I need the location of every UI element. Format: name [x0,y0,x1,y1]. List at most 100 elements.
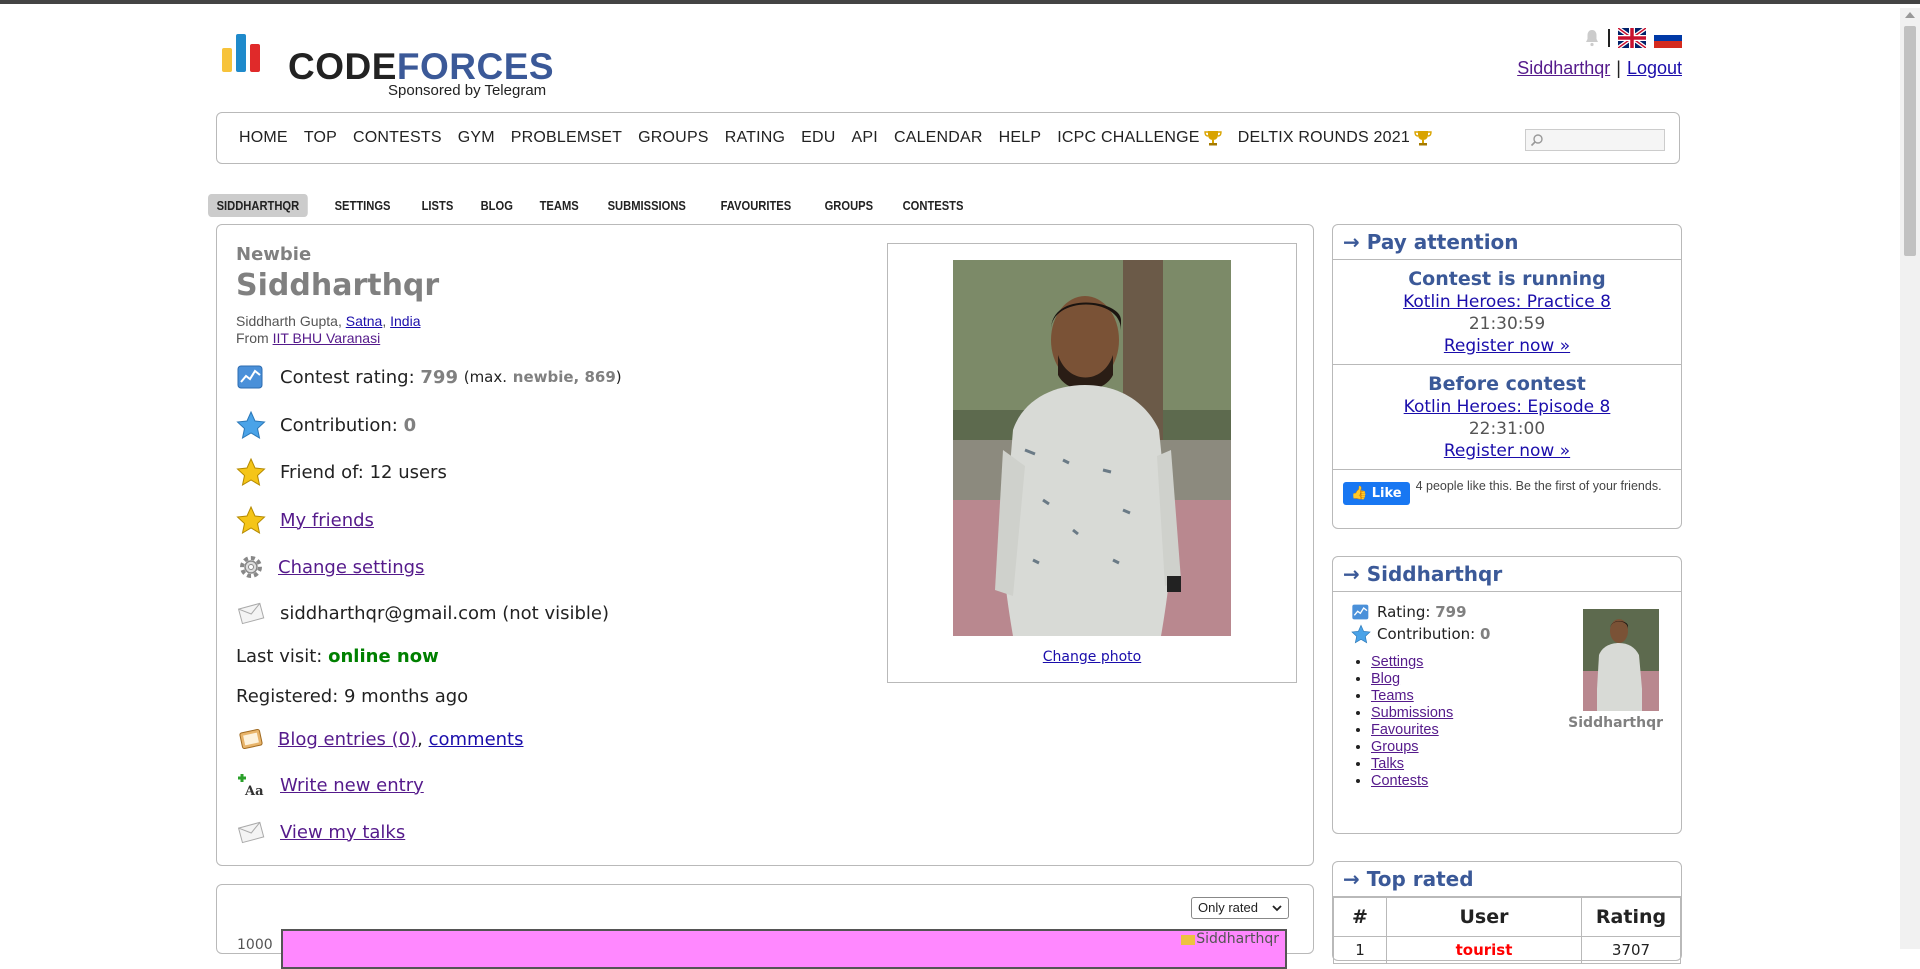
nav-edu[interactable]: EDU [801,129,835,147]
change-photo-link[interactable]: Change photo [888,649,1296,665]
contribution-value: 0 [403,414,417,436]
search-input[interactable] [1525,129,1665,151]
russia-flag-icon[interactable] [1654,28,1682,48]
subnav-submissions[interactable]: SUBMISSIONS [599,194,694,217]
logout-link[interactable]: Logout [1627,58,1682,78]
view-talks-link[interactable]: View my talks [280,822,405,843]
nav-icpc-challenge[interactable]: ICPC CHALLENGE [1057,129,1222,147]
last-visit-row: Last visit: online now [236,646,439,667]
user-link-talks[interactable]: Talks [1371,756,1404,772]
rating-filter-value: Only rated [1198,900,1258,915]
contribution-label: Contribution: [280,414,398,436]
nav-api[interactable]: API [852,129,878,147]
nav-contests[interactable]: CONTESTS [353,129,442,147]
blog-book-icon [239,728,263,750]
organization-link[interactable]: IIT BHU Varanasi [273,330,381,346]
email-text: siddharthqr@gmail.com (not visible) [280,602,610,624]
user-handle: Siddharthqr [236,268,440,303]
subnav-groups[interactable]: GROUPS [816,194,882,217]
photo-box: Change photo [887,243,1297,683]
scroll-up-arrow-icon[interactable] [1905,12,1915,18]
user-organization: From IIT BHU Varanasi [236,330,380,346]
table-row: 1 tourist 3707 [1333,936,1681,964]
envelope-icon [237,602,265,625]
envelope-icon [237,821,265,844]
subnav-teams[interactable]: TEAMS [531,194,587,217]
subnav-settings[interactable]: SETTINGS [326,194,399,217]
before-contest-link[interactable]: Kotlin Heroes: Episode 8 [1333,397,1681,417]
contest-running-link[interactable]: Kotlin Heroes: Practice 8 [1333,292,1681,312]
pay-attention-title: → Pay attention [1333,225,1681,260]
row-rank: 1 [1333,936,1387,964]
comments-link[interactable]: comments [429,729,524,750]
max-rating-close: ) [615,368,622,386]
nav-help[interactable]: HELP [999,129,1042,147]
friend-of-row: Friend of: 12 users [236,457,447,487]
user-link-submissions[interactable]: Submissions [1371,705,1453,721]
subnav-blog[interactable]: BLOG [472,194,522,217]
nav-problemset[interactable]: PROBLEMSET [511,129,622,147]
search-icon [1530,134,1543,147]
nav-deltix-rounds[interactable]: DELTIX ROUNDS 2021 [1238,129,1432,147]
user-link-teams[interactable]: Teams [1371,688,1414,704]
blog-entries-row: Blog entries (0), comments [236,724,524,754]
my-friends-row: My friends [236,505,374,535]
my-friends-link[interactable]: My friends [280,510,374,531]
main-menu: HOME TOP CONTESTS GYM PROBLEMSET GROUPS … [216,112,1680,164]
scroll-thumb[interactable] [1904,26,1916,256]
profile-submenu: SIDDHARTHQR SETTINGS LISTS BLOG TEAMS SU… [208,194,987,217]
city-link[interactable]: Satna [346,313,383,329]
user-avatar[interactable] [1583,609,1659,711]
max-rating-open: (max. [463,368,508,386]
rating-filter-select[interactable]: Only rated [1191,897,1289,919]
user-link-blog[interactable]: Blog [1371,671,1400,687]
gold-star-icon [236,457,266,487]
uk-flag-icon[interactable] [1618,28,1646,48]
blog-comma: , [417,728,423,750]
row-user-link[interactable]: tourist [1386,936,1582,964]
subnav-favourites[interactable]: FAVOURITES [712,194,800,217]
subnav-contests[interactable]: CONTESTS [894,194,972,217]
before-contest-timer: 22:31:00 [1468,419,1546,439]
user-link-contests[interactable]: Contests [1371,773,1428,789]
col-header-user: User [1386,897,1582,937]
write-entry-link[interactable]: Write new entry [280,775,424,796]
register-now-link[interactable]: Register now » [1333,336,1681,356]
col-header-rating: Rating [1581,897,1681,937]
top-rated-table: # User Rating 1 tourist 3707 [1333,897,1681,964]
subnav-profile[interactable]: SIDDHARTHQR [208,194,308,217]
blog-entries-link[interactable]: Blog entries (0) [278,729,417,750]
profile-link[interactable]: Siddharthqr [1517,58,1610,78]
user-box-contribution-value: 0 [1479,625,1491,643]
facebook-like-widget: 👍 Like 4 people like this. Be the first … [1333,470,1681,516]
change-settings-link[interactable]: Change settings [278,557,424,578]
legend-swatch [1181,935,1195,945]
user-location: Siddharth Gupta, Satna, India [236,313,420,329]
sponsor-text: Sponsored by Telegram [388,82,547,99]
user-link-favourites[interactable]: Favourites [1371,722,1439,738]
bell-icon[interactable] [1584,29,1600,47]
view-talks-row: View my talks [236,817,405,847]
codeforces-logo[interactable]: CODEFORCES Sponsored by Telegram [222,34,562,102]
country-link[interactable]: India [390,313,420,329]
col-header-rank: # [1333,897,1387,937]
nav-gym[interactable]: GYM [458,129,495,147]
user-link-settings[interactable]: Settings [1371,654,1423,670]
blue-star-icon [236,410,266,440]
max-rating-value: newbie, 869 [512,368,616,386]
trophy-icon [1414,131,1432,146]
nav-top[interactable]: TOP [304,129,337,147]
subnav-lists[interactable]: LISTS [413,194,462,217]
user-link-groups[interactable]: Groups [1371,739,1419,755]
before-contest-section: Before contest Kotlin Heroes: Episode 8 … [1333,365,1681,470]
facebook-like-button[interactable]: 👍 Like [1343,481,1410,505]
facebook-like-text: 4 people like this. Be the first of your… [1415,479,1662,493]
nav-groups[interactable]: GROUPS [638,129,709,147]
nav-calendar[interactable]: CALENDAR [894,129,983,147]
header-separator: | [1616,58,1621,78]
top-rated-box: → Top rated # User Rating 1 tourist 3707 [1332,861,1682,964]
nav-home[interactable]: HOME [239,129,288,147]
page-scrollbar[interactable] [1900,8,1920,949]
register-now-link[interactable]: Register now » [1333,441,1681,461]
nav-rating[interactable]: RATING [725,129,785,147]
